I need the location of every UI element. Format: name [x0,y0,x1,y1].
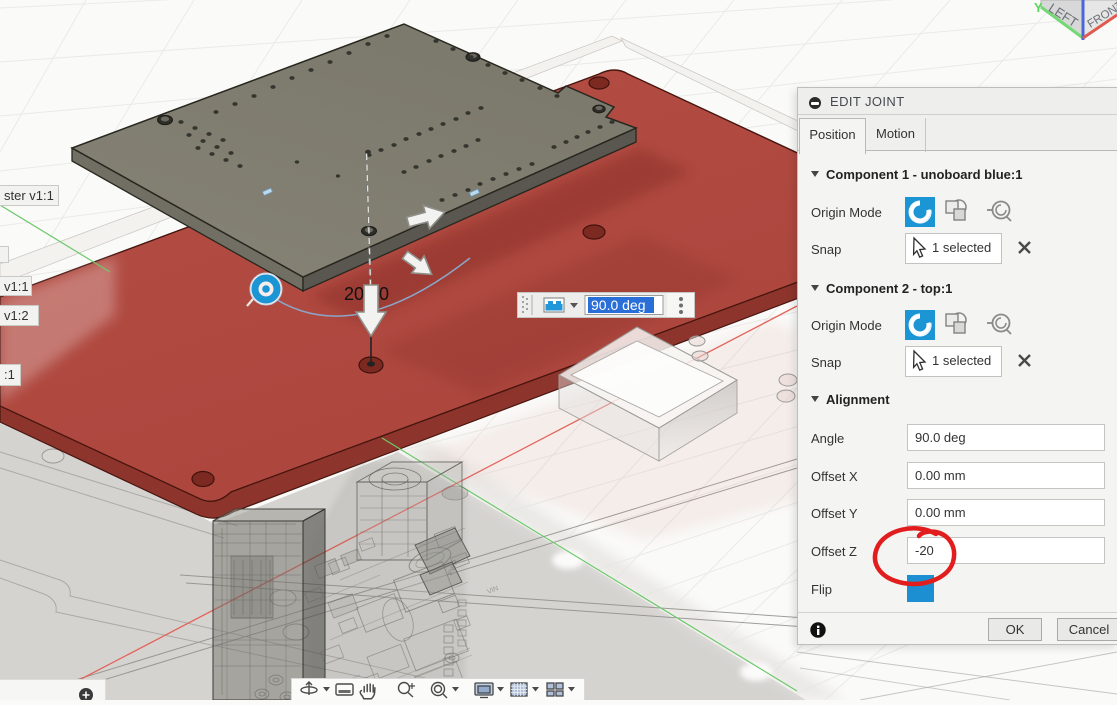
svg-text:Y: Y [1034,0,1043,15]
svg-text:90.0 deg: 90.0 deg [591,297,646,313]
